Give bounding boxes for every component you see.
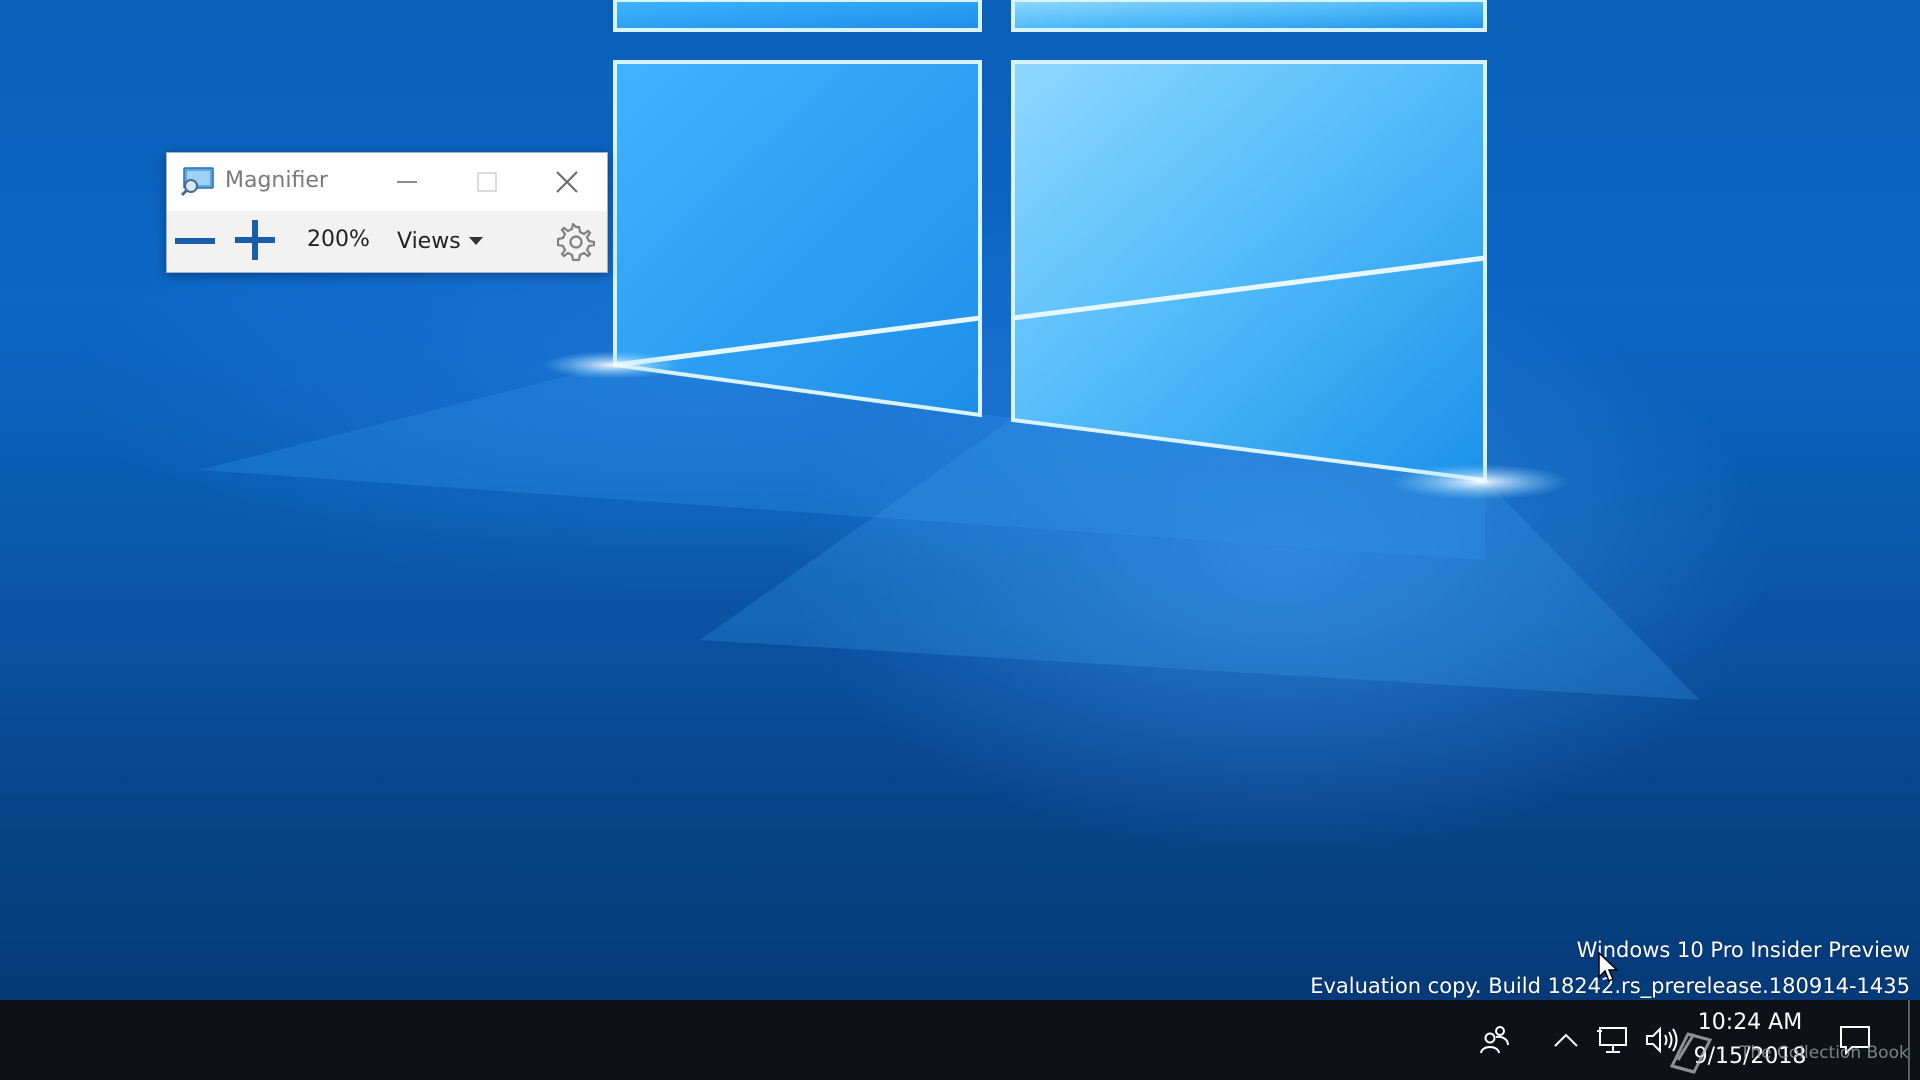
minimize-icon <box>397 181 417 183</box>
maximize-button <box>447 153 527 211</box>
taskbar: 10:24 AM 9/15/2018 <box>0 1000 1920 1080</box>
zoom-out-button[interactable] <box>173 223 217 259</box>
chevron-down-icon <box>468 237 483 245</box>
close-button[interactable] <box>527 153 607 211</box>
magnifier-title: Magnifier <box>225 168 328 193</box>
network-button[interactable] <box>1592 1018 1636 1062</box>
show-desktop-button[interactable] <box>1908 1000 1910 1080</box>
show-hidden-icons-button[interactable] <box>1546 1020 1586 1060</box>
zoom-level: 200% <box>307 227 370 252</box>
network-icon <box>1597 1027 1627 1053</box>
close-icon <box>556 171 578 193</box>
overlay-watermark-text: The Collection Book <box>1740 1043 1909 1063</box>
magnifier-toolbar: 200% Views <box>167 211 607 272</box>
chevron-up-icon <box>1554 1033 1578 1047</box>
maximize-icon <box>477 172 497 192</box>
magnifier-window[interactable]: Magnifier 200% Views <box>166 152 608 273</box>
desktop[interactable]: Windows 10 Pro Insider Preview Evaluatio… <box>0 0 1920 1000</box>
book-logo-icon <box>1669 1032 1713 1074</box>
people-icon <box>1480 1026 1509 1054</box>
views-dropdown[interactable]: Views <box>397 221 483 261</box>
mouse-cursor-icon <box>1598 952 1619 983</box>
minus-icon <box>175 238 215 244</box>
people-button[interactable] <box>1468 1016 1520 1064</box>
settings-button[interactable] <box>556 221 596 262</box>
wallpaper-windows-logo <box>200 0 1700 700</box>
magnifier-icon <box>181 167 214 197</box>
zoom-in-button[interactable] <box>233 217 277 263</box>
magnifier-titlebar[interactable]: Magnifier <box>167 153 607 211</box>
gear-icon <box>556 221 596 262</box>
plus-icon <box>235 220 275 260</box>
views-label: Views <box>397 228 461 254</box>
minimize-button[interactable] <box>367 153 447 211</box>
